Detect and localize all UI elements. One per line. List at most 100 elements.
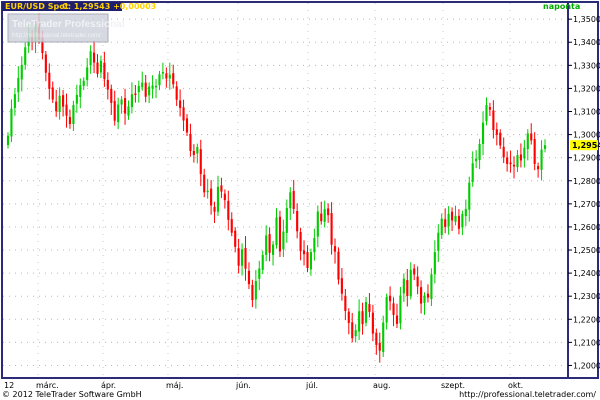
candle-up xyxy=(120,99,123,105)
candle-down xyxy=(426,293,430,298)
candle-up xyxy=(82,80,85,86)
candle-down xyxy=(244,247,247,269)
candle-down xyxy=(450,211,454,221)
candle-down xyxy=(416,276,419,287)
candle-down xyxy=(220,185,223,192)
y-tick-label: 1,32000 xyxy=(573,84,600,93)
x-tick-label: aug. xyxy=(373,381,391,390)
candle-down xyxy=(499,132,502,146)
candle-up xyxy=(261,254,264,270)
candle-up xyxy=(79,85,82,97)
candle-up xyxy=(137,85,140,93)
candle-up xyxy=(516,155,519,168)
last-price-label: 1,29543 xyxy=(572,141,600,150)
candle-down xyxy=(48,72,51,89)
candle-up xyxy=(440,218,443,235)
candle-up xyxy=(161,72,164,74)
candle-up xyxy=(58,95,61,112)
candle-down xyxy=(165,73,168,79)
candle-down xyxy=(96,62,99,74)
candle-up xyxy=(481,122,485,145)
candle-up xyxy=(433,252,436,275)
y-tick-label: 1,28000 xyxy=(573,177,600,186)
period-label: naponta xyxy=(543,2,580,11)
candle-down xyxy=(62,95,65,107)
candle-up xyxy=(72,105,75,124)
x-tick-label: ápr. xyxy=(101,381,116,390)
candle-up xyxy=(275,217,278,246)
instrument-title: EUR/USD Spot xyxy=(5,2,69,11)
candle-up xyxy=(258,268,261,279)
candle-up xyxy=(526,133,529,150)
candle-down xyxy=(203,174,206,193)
candle-up xyxy=(117,104,120,123)
candle-down xyxy=(344,295,347,311)
candle-down xyxy=(113,100,116,121)
candle-down xyxy=(230,219,233,233)
y-tick-label: 1,20000 xyxy=(573,361,600,370)
candle-down xyxy=(406,280,409,296)
y-tick-label: 1,27000 xyxy=(573,200,600,209)
candle-up xyxy=(241,249,244,266)
candle-up xyxy=(271,244,275,255)
candle-down xyxy=(371,312,374,334)
x-tick-label: jún. xyxy=(235,381,251,390)
candle-down xyxy=(337,251,340,280)
copyright-text: © 2012 TeleTrader Software GmbH xyxy=(2,390,142,399)
candle-down xyxy=(268,234,271,253)
candle-up xyxy=(130,94,133,108)
candle-up xyxy=(309,252,312,270)
candle-up xyxy=(6,135,10,145)
candle-down xyxy=(395,315,399,324)
candle-up xyxy=(285,208,288,233)
candle-up xyxy=(158,74,161,86)
logo-brand: TeleTrader Professional xyxy=(12,19,125,30)
candle-down xyxy=(361,311,364,325)
candle-down xyxy=(368,304,371,312)
candle-up xyxy=(265,235,268,255)
chart: 1,35000 1,34000 1,33000 1,32000 1,31000 1,300… xyxy=(0,0,600,400)
candle-up xyxy=(485,105,488,122)
candle-down xyxy=(44,54,47,73)
candle-down xyxy=(537,165,540,170)
candle-down xyxy=(92,52,96,63)
logo-url: http://professional.teletrader.com/ xyxy=(12,33,101,39)
candle-up xyxy=(89,51,92,66)
y-tick-label: 1,31000 xyxy=(573,108,600,117)
candle-up xyxy=(523,147,526,159)
candle-down xyxy=(185,118,189,133)
quote-text: C: 1,29543 +0,00003 xyxy=(62,2,156,11)
candle-up xyxy=(127,106,130,116)
candle-down xyxy=(123,98,127,114)
y-tick-label: 1,23000 xyxy=(573,292,600,301)
x-tick-label: 12 xyxy=(4,381,14,390)
candle-down xyxy=(444,219,447,227)
candle-down xyxy=(533,138,536,164)
candle-down xyxy=(55,101,58,112)
candle-up xyxy=(151,85,154,89)
candle-up xyxy=(464,208,467,217)
candle-up xyxy=(206,190,209,193)
x-tick-label: okt. xyxy=(508,381,523,390)
x-tick-label: márc. xyxy=(36,381,59,390)
candle-up xyxy=(461,214,464,228)
candle-down xyxy=(292,190,295,209)
x-tick-label: máj. xyxy=(166,381,183,390)
candle-up xyxy=(254,280,257,300)
y-tick-label: 1,26000 xyxy=(573,223,600,232)
y-tick-label: 1,35000 xyxy=(573,15,600,24)
candle-up xyxy=(86,67,89,81)
candle-down xyxy=(306,252,309,269)
candle-up xyxy=(313,238,316,253)
candle-up xyxy=(154,85,158,88)
candle-up xyxy=(17,78,20,93)
candle-down xyxy=(213,206,216,212)
candle-down xyxy=(199,149,202,175)
candle-up xyxy=(75,94,78,104)
candle-up xyxy=(454,215,457,222)
candle-down xyxy=(340,278,343,294)
candle-up xyxy=(447,213,450,227)
candle-up xyxy=(475,158,478,162)
candle-up xyxy=(364,301,368,323)
y-tick-label: 1,30000 xyxy=(573,131,600,140)
